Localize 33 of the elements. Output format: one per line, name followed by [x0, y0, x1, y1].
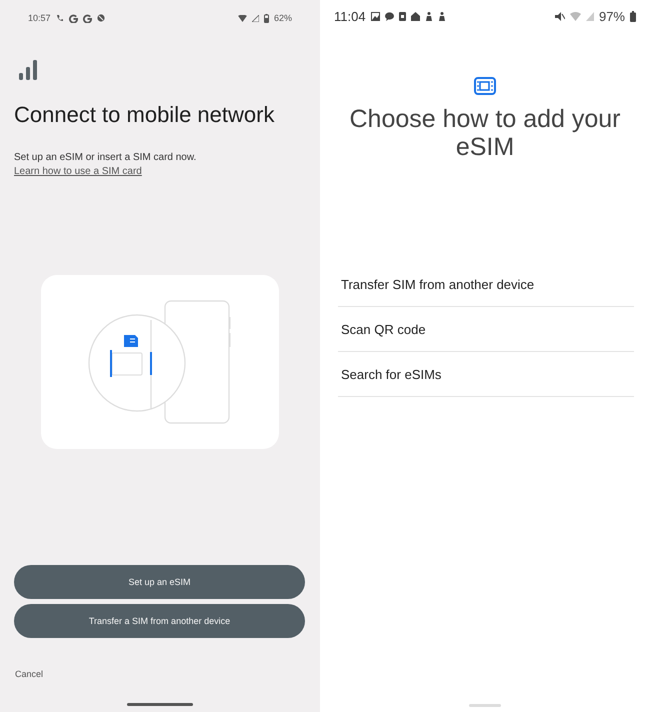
signal-icon: [586, 12, 594, 20]
esim-chip-icon: [473, 76, 497, 96]
image-icon: [370, 12, 380, 20]
home-icon: [410, 12, 420, 20]
cancel-link[interactable]: Cancel: [15, 669, 44, 679]
option-item[interactable]: Search for eSIMs: [338, 352, 634, 397]
home-indicator[interactable]: [127, 703, 193, 706]
signal-icon: [252, 14, 259, 22]
help-link[interactable]: Learn how to use a SIM card: [14, 166, 142, 177]
action-button[interactable]: Set up an eSIM: [14, 565, 305, 599]
figure-icon: [424, 12, 433, 20]
signal-bars-icon: [18, 59, 38, 81]
status-time: 11:04: [334, 8, 366, 24]
battery-percentage: 62%: [274, 13, 292, 23]
chat-icon: [384, 12, 394, 20]
phone-icon: [56, 14, 64, 22]
home-indicator[interactable]: [469, 704, 501, 707]
battery-percentage: 97%: [598, 8, 625, 24]
description: Set up an eSIM or insert a SIM card now. Learn how to use a SIM card: [14, 151, 198, 179]
app-icon: [96, 14, 105, 22]
status-time: 10:57: [28, 13, 51, 23]
wifi-icon: [238, 14, 247, 22]
page-title: Choose how to add your eSIM: [348, 105, 622, 161]
figure-icon: [438, 12, 446, 20]
battery-icon: [264, 14, 269, 22]
page-title: Connect to mobile network: [14, 101, 276, 129]
wifi-icon: [570, 12, 581, 20]
option-item[interactable]: Scan QR code: [338, 307, 634, 352]
option-item[interactable]: Transfer SIM from another device: [338, 262, 634, 307]
mute-icon: [554, 12, 565, 20]
action-button[interactable]: Transfer a SIM from another device: [14, 604, 305, 638]
battery-icon: [630, 10, 636, 22]
sim-icon: [398, 12, 406, 20]
